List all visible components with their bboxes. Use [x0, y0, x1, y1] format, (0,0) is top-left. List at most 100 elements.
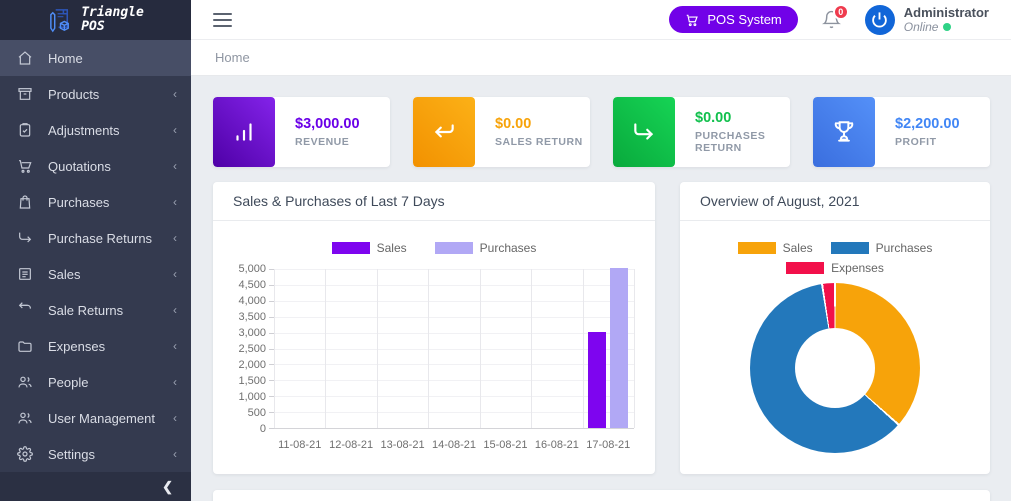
users-icon: [17, 410, 33, 426]
sidebar-item-people[interactable]: People ‹: [0, 364, 191, 400]
donut-ring: [750, 283, 920, 453]
chevron-left-icon: ‹: [173, 376, 177, 388]
sidebar: Triangle POS Home Products ‹ Adjustments…: [0, 0, 191, 501]
x-axis-tick-label: 17-08-21: [586, 439, 630, 451]
legend-item-purchases[interactable]: Purchases: [435, 241, 537, 255]
stat-card-text: $2,200.00 PROFIT: [875, 116, 960, 148]
sidebar-item-label: Home: [48, 51, 83, 66]
legend-label: Sales: [377, 241, 407, 255]
legend-item-sales[interactable]: Sales: [738, 241, 813, 255]
card-body: Sales Purchases Expenses: [680, 221, 990, 467]
x-axis-tick-label: 12-08-21: [329, 439, 373, 451]
collapse-sidebar-icon: ❮: [162, 479, 173, 495]
y-axis-tick-label: 4,500: [238, 279, 266, 291]
logo-receipt-cube-icon: [47, 7, 74, 34]
chevron-left-icon: ‹: [173, 160, 177, 172]
x-axis-tick-label: 14-08-21: [432, 439, 476, 451]
legend-swatch: [738, 242, 776, 254]
sidebar-item-label: Products: [48, 87, 99, 102]
legend-label: Purchases: [480, 241, 537, 255]
sidebar-item-label: Purchases: [48, 195, 109, 210]
x-axis-tick-label: 11-08-21: [278, 439, 321, 451]
user-text: Administrator Online: [904, 5, 989, 35]
bar-chart-icon: [213, 97, 275, 167]
chevron-left-icon: ‹: [173, 124, 177, 136]
donut-hole: [795, 328, 875, 408]
sidebar-item-purchase-returns[interactable]: Purchase Returns ‹: [0, 220, 191, 256]
sidebar-item-label: User Management: [48, 411, 155, 426]
legend-item-expenses[interactable]: Expenses: [786, 261, 884, 275]
topbar-right: POS System 0 Administrator Online: [669, 5, 989, 35]
chart-title: Overview of August, 2021: [700, 193, 970, 209]
sidebar-item-adjustments[interactable]: Adjustments ‹: [0, 112, 191, 148]
bar-plot: 5,0004,5004,0003,5003,0002,5002,0001,500…: [228, 269, 640, 429]
chevron-left-icon: ‹: [173, 196, 177, 208]
avatar: [865, 5, 895, 35]
pos-system-button[interactable]: POS System: [669, 6, 797, 33]
sidebar-item-label: Sale Returns: [48, 303, 123, 318]
stat-card-profit: $2,200.00 PROFIT: [813, 97, 990, 167]
sidebar-item-sale-returns[interactable]: Sale Returns ‹: [0, 292, 191, 328]
user-menu[interactable]: Administrator Online: [865, 5, 989, 35]
card-body: SalesPurchases5,0004,5004,0003,5003,0002…: [213, 221, 655, 443]
pos-system-button-label: POS System: [707, 12, 781, 27]
chevron-left-icon: ‹: [173, 340, 177, 352]
sidebar-item-sales[interactable]: Sales ‹: [0, 256, 191, 292]
shopping-bag-icon: [17, 194, 33, 210]
sidebar-item-products[interactable]: Products ‹: [0, 76, 191, 112]
stat-value: $2,200.00: [895, 116, 960, 132]
sidebar-item-purchases[interactable]: Purchases ‹: [0, 184, 191, 220]
sidebar-item-expenses[interactable]: Expenses ‹: [0, 328, 191, 364]
sidebar-item-user-management[interactable]: User Management ‹: [0, 400, 191, 436]
legend-label: Sales: [783, 241, 813, 255]
online-status-dot: [943, 23, 951, 31]
stat-card-revenue: $3,000.00 REVENUE: [213, 97, 390, 167]
sidebar-collapse-bar[interactable]: ❮: [0, 472, 191, 501]
app-logo[interactable]: Triangle POS: [0, 0, 191, 40]
notifications-button[interactable]: 0: [822, 10, 841, 29]
y-axis-tick-label: 1,000: [238, 391, 266, 403]
page-content: $3,000.00 REVENUE $0.00 SALES RETURN: [191, 76, 1011, 501]
chart-title: Sales & Purchases of Last 7 Days: [233, 193, 635, 209]
logo-text-line2: POS: [81, 20, 144, 34]
bar-chart: SalesPurchases5,0004,5004,0003,5003,0002…: [228, 241, 640, 429]
user-status: Online: [904, 20, 989, 34]
stat-value: $3,000.00: [295, 116, 360, 132]
bottom-card: [213, 490, 990, 501]
breadcrumb-home[interactable]: Home: [215, 50, 250, 65]
y-axis-tick-label: 2,000: [238, 359, 266, 371]
menu-toggle-button[interactable]: [213, 13, 232, 27]
plot-area: 11-08-2112-08-2113-08-2114-08-2115-08-21…: [274, 269, 634, 429]
chevron-left-icon: ‹: [173, 304, 177, 316]
users-icon: [17, 374, 33, 390]
legend-swatch: [435, 242, 473, 254]
legend-item-purchases[interactable]: Purchases: [831, 241, 933, 255]
legend-swatch: [831, 242, 869, 254]
legend-label: Purchases: [876, 241, 933, 255]
sidebar-item-label: Expenses: [48, 339, 105, 354]
clipboard-check-icon: [17, 122, 33, 138]
legend-label: Expenses: [831, 261, 884, 275]
legend-item-sales[interactable]: Sales: [332, 241, 407, 255]
logo-text: Triangle POS: [81, 6, 144, 35]
x-axis-tick-label: 15-08-21: [483, 439, 527, 451]
chevron-left-icon: ‹: [173, 268, 177, 280]
y-axis-tick-label: 3,000: [238, 327, 266, 339]
sidebar-item-label: Settings: [48, 447, 95, 462]
corner-down-right-arrow-icon: [613, 97, 675, 167]
sidebar-item-settings[interactable]: Settings ‹: [0, 436, 191, 472]
breadcrumb-bar: Home: [191, 40, 1011, 76]
y-axis-tick-label: 500: [248, 407, 266, 419]
bar-purchases-17-08-21: [610, 268, 628, 428]
sidebar-item-home[interactable]: Home: [0, 40, 191, 76]
sidebar-item-quotations[interactable]: Quotations ‹: [0, 148, 191, 184]
charts-row: Sales & Purchases of Last 7 Days Sales Pu…: [213, 182, 990, 474]
sidebar-menu: Home Products ‹ Adjustments ‹ Quotations…: [0, 40, 191, 472]
gear-icon: [17, 446, 33, 462]
stat-card-purchases-return: $0.00 PURCHASES RETURN: [613, 97, 790, 167]
topbar: POS System 0 Administrator Online: [191, 0, 1011, 40]
sidebar-item-label: Sales: [48, 267, 81, 282]
y-axis-tick-label: 5,000: [238, 263, 266, 275]
y-axis-tick-label: 0: [260, 423, 266, 435]
folder-icon: [17, 338, 33, 354]
